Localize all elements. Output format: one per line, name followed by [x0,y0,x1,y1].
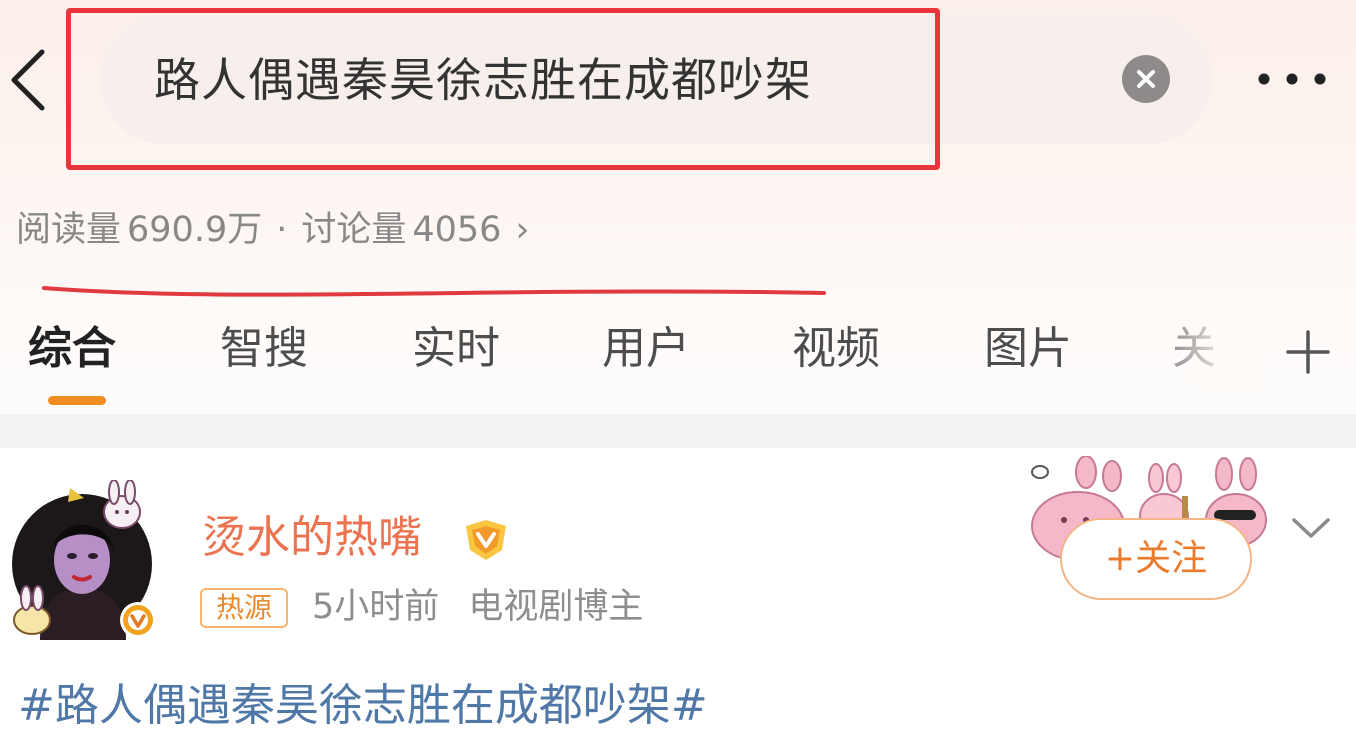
tab-videos[interactable]: 视频 [792,316,880,386]
plus-icon [1286,330,1330,374]
user-role: 电视剧博主 [468,587,644,627]
tab-users[interactable]: 用户 [602,316,690,386]
avatar-illustration [12,479,156,640]
post-hashtag-link[interactable]: #路人偶遇秦昊徐志胜在成都吵架# [18,676,708,736]
tab-comprehensive[interactable]: 综合 [28,316,116,386]
active-tab-indicator [48,396,106,405]
follow-button[interactable]: +关注 [1060,518,1252,600]
post-options-button[interactable] [1290,514,1332,542]
discussions-value: 4056 [412,210,502,250]
discussions-label: 讨论量 [301,210,407,250]
tab-images[interactable]: 图片 [984,316,1072,386]
tab-smart-search[interactable]: 智搜 [220,316,308,386]
topic-stats[interactable]: 阅读量 690.9万 · 讨论量 4056 › [16,204,529,256]
post-username[interactable]: 烫水的热嘴 [202,508,422,568]
bunny-sticker-icon [103,479,141,529]
chevron-down-icon [1292,518,1330,538]
search-query-text[interactable]: 路人偶遇秦昊徐志胜在成都吵架 [154,50,812,110]
chevron-left-icon [11,49,45,111]
stats-arrow-icon: › [515,210,530,250]
section-divider [0,414,1356,448]
clear-circle-icon [1137,70,1155,88]
verified-badge-icon [120,602,156,638]
user-medal-icon [466,520,506,560]
tab-bar: 综合 智搜 实时 用户 视频 图片 关 [0,316,1356,386]
stats-separator: · [276,210,288,250]
post-meta: 5小时前 电视剧博主 [312,582,643,632]
more-dots-icon [1258,73,1326,85]
hot-source-badge: 热源 [200,588,288,628]
reads-label: 阅读量 [16,210,122,250]
add-tab-button[interactable] [1284,328,1332,376]
search-results-page: 路人偶遇秦昊徐志胜在成都吵架 阅读量 690.9万 · 讨论量 4056 › 综合 智搜 … [0,0,1356,754]
more-options-button[interactable] [1254,66,1330,92]
tab-related[interactable]: 关 [1172,316,1216,386]
user-avatar[interactable] [10,479,160,640]
clear-search-button[interactable] [1122,55,1170,103]
post-time: 5小时前 [312,587,440,627]
reads-value: 690.9万 [127,210,263,250]
tab-realtime[interactable]: 实时 [412,316,500,386]
back-button[interactable] [6,46,54,114]
